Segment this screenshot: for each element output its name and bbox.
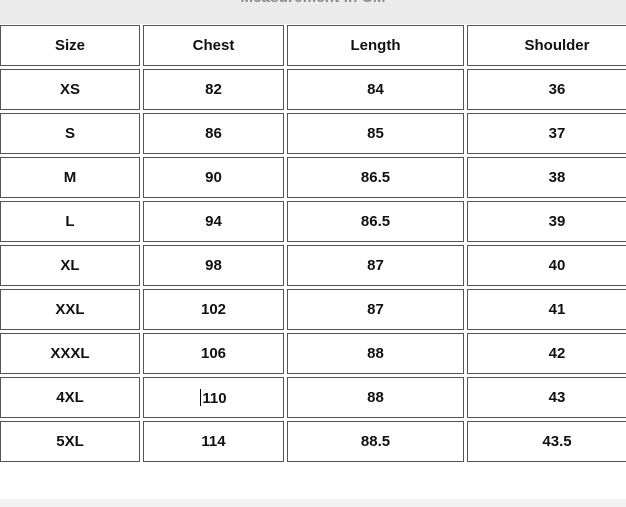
table-row: 4XL 110 88 43 xyxy=(0,377,626,418)
table-row: S 86 85 37 xyxy=(0,113,626,154)
chest-value-wrapper: 110 xyxy=(200,388,227,407)
cell-shoulder[interactable]: 36 xyxy=(467,69,626,110)
table-body: XS 82 84 36 S 86 85 37 M 90 86.5 38 L 94… xyxy=(0,69,626,462)
column-header-size: Size xyxy=(0,25,140,66)
cell-length[interactable]: 86.5 xyxy=(287,201,464,242)
column-header-chest: Chest xyxy=(143,25,284,66)
cell-chest-focused[interactable]: 110 xyxy=(143,377,284,418)
cell-size[interactable]: L xyxy=(0,201,140,242)
table-row: L 94 86.5 39 xyxy=(0,201,626,242)
cell-chest[interactable]: 94 xyxy=(143,201,284,242)
cell-shoulder[interactable]: 37 xyxy=(467,113,626,154)
size-chart-table: Size Chest Length Shoulder XS 82 84 36 S… xyxy=(0,24,626,465)
cell-shoulder[interactable]: 43.5 xyxy=(467,421,626,462)
size-chart-container: Size Chest Length Shoulder XS 82 84 36 S… xyxy=(0,24,626,486)
cell-length[interactable]: 84 xyxy=(287,69,464,110)
cell-chest[interactable]: 106 xyxy=(143,333,284,374)
table-header-row: Size Chest Length Shoulder xyxy=(0,25,626,66)
cell-length[interactable]: 87 xyxy=(287,289,464,330)
cell-size[interactable]: S xyxy=(0,113,140,154)
table-row: XS 82 84 36 xyxy=(0,69,626,110)
cell-size[interactable]: XL xyxy=(0,245,140,286)
cell-chest[interactable]: 82 xyxy=(143,69,284,110)
chest-value-text: 110 xyxy=(202,389,227,407)
cell-length[interactable]: 85 xyxy=(287,113,464,154)
cell-length[interactable]: 88 xyxy=(287,377,464,418)
cell-length[interactable]: 87 xyxy=(287,245,464,286)
bottom-gray-strip xyxy=(0,499,626,507)
cell-size[interactable]: M xyxy=(0,157,140,198)
table-row: 5XL 114 88.5 43.5 xyxy=(0,421,626,462)
cell-shoulder[interactable]: 40 xyxy=(467,245,626,286)
cell-shoulder[interactable]: 38 xyxy=(467,157,626,198)
top-gray-band: Measurement in CM xyxy=(0,0,626,24)
cell-shoulder[interactable]: 39 xyxy=(467,201,626,242)
cell-shoulder[interactable]: 42 xyxy=(467,333,626,374)
cell-chest[interactable]: 86 xyxy=(143,113,284,154)
cell-size[interactable]: XS xyxy=(0,69,140,110)
cell-chest[interactable]: 102 xyxy=(143,289,284,330)
cell-size[interactable]: XXL xyxy=(0,289,140,330)
cell-chest[interactable]: 90 xyxy=(143,157,284,198)
cell-length[interactable]: 88.5 xyxy=(287,421,464,462)
cell-length[interactable]: 86.5 xyxy=(287,157,464,198)
cell-size[interactable]: XXXL xyxy=(0,333,140,374)
cell-chest[interactable]: 98 xyxy=(143,245,284,286)
measurement-unit-caption: Measurement in CM xyxy=(0,0,626,6)
column-header-length: Length xyxy=(287,25,464,66)
table-row: M 90 86.5 38 xyxy=(0,157,626,198)
cell-length[interactable]: 88 xyxy=(287,333,464,374)
cell-size[interactable]: 5XL xyxy=(0,421,140,462)
table-row: XXXL 106 88 42 xyxy=(0,333,626,374)
cell-shoulder[interactable]: 41 xyxy=(467,289,626,330)
cell-shoulder[interactable]: 43 xyxy=(467,377,626,418)
table-row: XXL 102 87 41 xyxy=(0,289,626,330)
cell-size[interactable]: 4XL xyxy=(0,377,140,418)
column-header-shoulder: Shoulder xyxy=(467,25,626,66)
cell-chest[interactable]: 114 xyxy=(143,421,284,462)
table-row: XL 98 87 40 xyxy=(0,245,626,286)
